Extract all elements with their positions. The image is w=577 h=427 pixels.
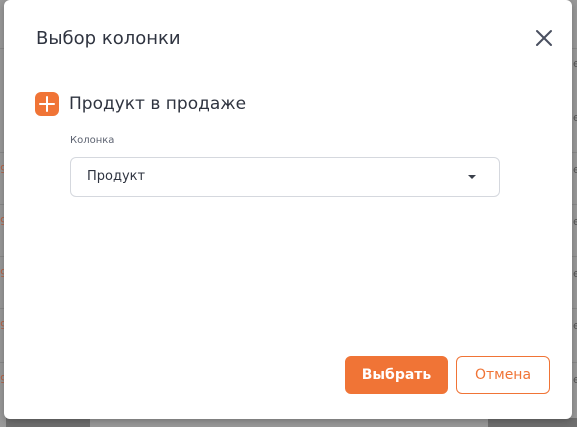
close-icon[interactable] xyxy=(532,26,556,50)
chevron-down-icon xyxy=(468,175,476,179)
background-cell-fragment: e xyxy=(573,58,577,70)
background-cell-fragment: e xyxy=(573,268,577,280)
column-select[interactable]: Продукт xyxy=(70,157,500,197)
section-header: Продукт в продаже xyxy=(35,91,246,117)
background-cell-fragment: e xyxy=(573,216,577,228)
background-cell-fragment: e xyxy=(573,164,577,176)
select-button[interactable]: Выбрать xyxy=(345,356,448,394)
background-cell-fragment: e xyxy=(573,374,577,386)
background-panel-edge xyxy=(488,418,577,427)
column-field-label: Колонка xyxy=(70,135,115,146)
plus-icon[interactable] xyxy=(35,92,59,116)
column-select-value: Продукт xyxy=(87,169,146,184)
dialog-title: Выбор колонки xyxy=(36,28,181,49)
background-cell-fragment: e xyxy=(573,112,577,124)
column-select-dialog: Выбор колонки Продукт в продаже Колонка … xyxy=(4,0,572,419)
background-panel-edge xyxy=(6,418,90,427)
cancel-button[interactable]: Отмена xyxy=(456,356,550,394)
background-cell-fragment: e xyxy=(573,320,577,332)
section-title: Продукт в продаже xyxy=(69,94,247,114)
